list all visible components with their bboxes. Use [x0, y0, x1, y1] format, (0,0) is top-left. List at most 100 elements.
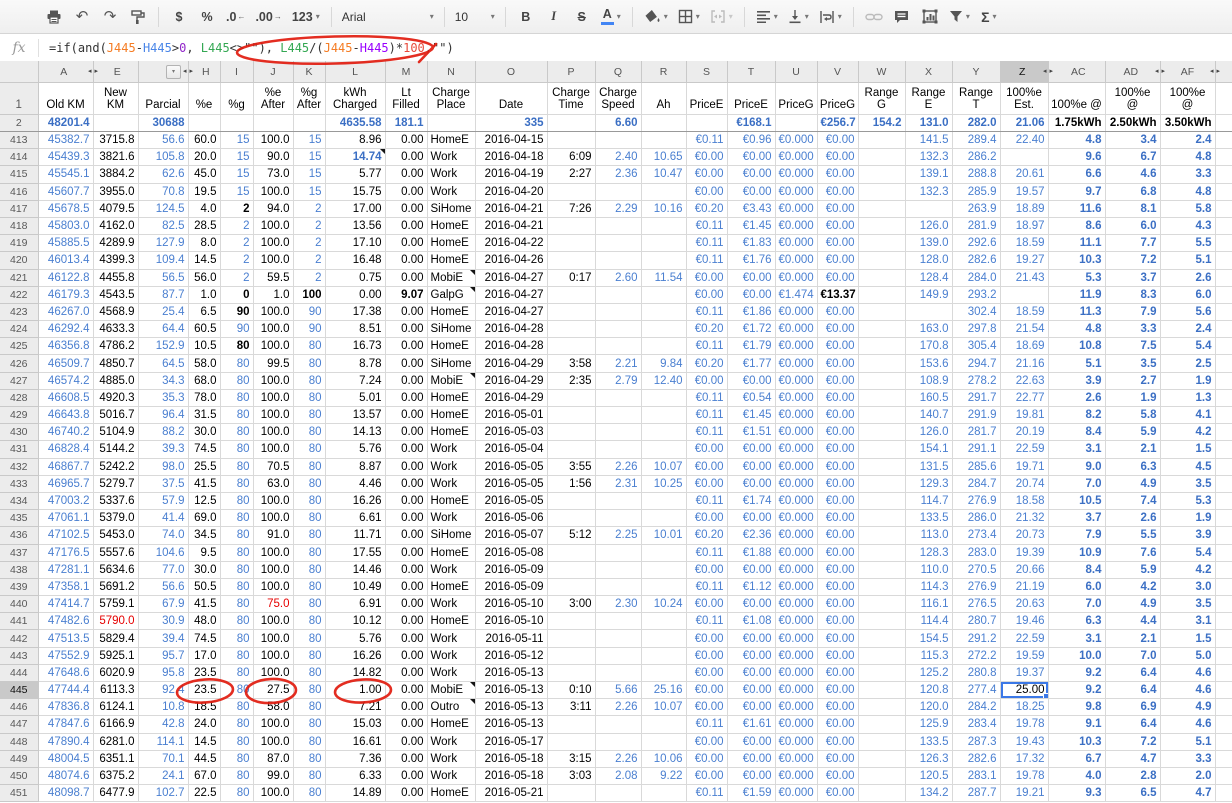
cell[interactable]: €0.00 — [686, 750, 727, 767]
cell[interactable]: 95.7 — [138, 647, 188, 664]
row-header[interactable]: 442 — [0, 630, 38, 647]
column-header-V[interactable]: V — [817, 61, 858, 83]
cell[interactable]: 0.00 — [385, 424, 427, 441]
cell[interactable]: 8.1 — [1105, 200, 1160, 217]
cell[interactable]: 9.3 — [1048, 785, 1105, 802]
cell[interactable]: 2016-05-04 — [475, 441, 547, 458]
cell[interactable] — [858, 303, 905, 320]
cell[interactable] — [1215, 217, 1232, 234]
header-cell[interactable]: PriceG — [817, 83, 858, 115]
column-header-Z[interactable]: Z◂ — [1000, 61, 1048, 83]
cell[interactable]: 8.3 — [1105, 286, 1160, 303]
cell[interactable]: HomeE — [427, 338, 475, 355]
cell[interactable] — [858, 372, 905, 389]
cell[interactable]: 100.0 — [253, 235, 293, 252]
row-header[interactable]: 439 — [0, 578, 38, 595]
insert-link-button[interactable] — [862, 5, 886, 29]
cell[interactable] — [641, 544, 686, 561]
cell[interactable]: 12.5 — [188, 492, 220, 509]
cell[interactable]: 15.03 — [325, 716, 385, 733]
cell[interactable]: €0.000 — [775, 630, 817, 647]
cell[interactable]: SiHome — [427, 355, 475, 372]
cell[interactable]: 80 — [293, 441, 325, 458]
cell[interactable]: 6.3 — [1105, 458, 1160, 475]
cell[interactable]: 0.00 — [385, 149, 427, 166]
cell[interactable]: 5.76 — [325, 630, 385, 647]
total-cell[interactable]: 3.50kWh — [1160, 115, 1215, 132]
cell[interactable] — [1000, 149, 1048, 166]
cell[interactable] — [858, 544, 905, 561]
cell[interactable]: 149.9 — [905, 286, 952, 303]
cell[interactable] — [641, 338, 686, 355]
cell[interactable] — [1215, 475, 1232, 492]
cell[interactable]: 6351.1 — [93, 750, 138, 767]
cell[interactable]: 0.00 — [385, 767, 427, 784]
cell[interactable]: 47281.1 — [38, 561, 93, 578]
cell[interactable]: 100.0 — [253, 492, 293, 509]
cell[interactable]: €0.00 — [727, 596, 775, 613]
cell[interactable]: 10.65 — [641, 149, 686, 166]
cell[interactable]: €0.00 — [817, 303, 858, 320]
cell[interactable]: 2.6 — [1105, 510, 1160, 527]
cell[interactable]: 276.5 — [952, 596, 1000, 613]
cell[interactable]: 4.5 — [1160, 458, 1215, 475]
cell[interactable]: €1.76 — [727, 252, 775, 269]
cell[interactable] — [595, 785, 641, 802]
font-family-select[interactable]: Arial▾ — [338, 5, 438, 29]
total-cell[interactable]: 30688 — [138, 115, 188, 132]
unhide-left-icon[interactable]: ◂ — [88, 68, 92, 75]
cell[interactable]: 2.1 — [1105, 441, 1160, 458]
cell[interactable]: 4.46 — [325, 475, 385, 492]
column-header-Y[interactable]: Y — [952, 61, 1000, 83]
cell[interactable]: 4.1 — [1160, 407, 1215, 424]
cell[interactable]: 100.0 — [253, 613, 293, 630]
row-header[interactable]: 416 — [0, 183, 38, 200]
cell[interactable]: Work — [427, 475, 475, 492]
cell[interactable]: 285.6 — [952, 458, 1000, 475]
cell[interactable]: 80 — [220, 699, 253, 716]
cell[interactable] — [595, 286, 641, 303]
cell[interactable]: 80 — [293, 561, 325, 578]
cell[interactable]: 16.26 — [325, 492, 385, 509]
column-header-Q[interactable]: Q — [595, 61, 641, 83]
cell[interactable]: 80 — [220, 716, 253, 733]
header-cell[interactable]: kWh Charged — [325, 83, 385, 115]
cell[interactable] — [641, 492, 686, 509]
cell[interactable]: 1:56 — [547, 475, 595, 492]
cell[interactable] — [1215, 115, 1232, 132]
cell[interactable]: 2.26 — [595, 458, 641, 475]
header-cell[interactable]: Range E — [905, 83, 952, 115]
cell[interactable]: €0.00 — [686, 149, 727, 166]
cell[interactable]: 9.6 — [1048, 149, 1105, 166]
total-cell[interactable] — [220, 115, 253, 132]
cell[interactable]: 45545.1 — [38, 166, 93, 183]
cell[interactable]: €0.11 — [686, 217, 727, 234]
cell[interactable]: 2 — [220, 200, 253, 217]
cell[interactable]: 1.9 — [1105, 389, 1160, 406]
cell[interactable]: €0.000 — [775, 699, 817, 716]
cell[interactable]: 2016-05-18 — [475, 767, 547, 784]
cell[interactable]: 2.4 — [1160, 321, 1215, 338]
cell[interactable] — [858, 389, 905, 406]
cell[interactable]: €0.00 — [686, 664, 727, 681]
cell[interactable]: 2.5 — [1160, 355, 1215, 372]
cell[interactable]: 2.4 — [1160, 132, 1215, 149]
cell[interactable]: €1.72 — [727, 321, 775, 338]
cell[interactable]: 80 — [220, 767, 253, 784]
cell[interactable]: 291.9 — [952, 407, 1000, 424]
cell[interactable]: 12.40 — [641, 372, 686, 389]
row-header[interactable]: 427 — [0, 372, 38, 389]
cell[interactable]: €0.00 — [727, 475, 775, 492]
cell[interactable] — [1215, 303, 1232, 320]
cell[interactable]: 80 — [220, 785, 253, 802]
cell[interactable]: 6.7 — [1048, 750, 1105, 767]
cell[interactable] — [595, 321, 641, 338]
cell[interactable]: €0.00 — [817, 750, 858, 767]
cell[interactable]: 7.0 — [1048, 475, 1105, 492]
cell[interactable]: 2016-05-10 — [475, 613, 547, 630]
row-header[interactable]: 429 — [0, 407, 38, 424]
cell[interactable]: 48004.5 — [38, 750, 93, 767]
cell[interactable]: 22.59 — [1000, 441, 1048, 458]
cell[interactable]: €0.00 — [817, 716, 858, 733]
cell[interactable]: 287.7 — [952, 785, 1000, 802]
